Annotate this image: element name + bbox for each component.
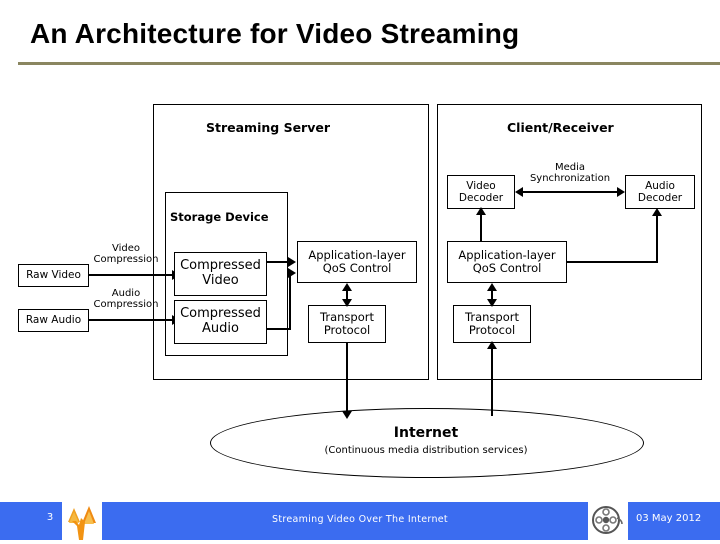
server-qos-transport-arrow-down — [342, 299, 352, 307]
page-title: An Architecture for Video Streaming — [30, 18, 520, 49]
server-qos-control-box: Application-layer QoS Control — [297, 241, 417, 283]
film-reel-icon — [588, 502, 628, 540]
media-sync-arrow-left — [515, 187, 523, 197]
media-synchronization-label: Media Synchronization — [529, 162, 611, 185]
server-to-internet-line — [346, 343, 348, 415]
raw-audio-arrow-line — [89, 319, 174, 321]
client-audio-riser-line — [656, 216, 658, 262]
storage-device-title: Storage Device — [170, 210, 269, 224]
raw-video-box: Raw Video — [18, 264, 89, 287]
client-qos-to-audio-decoder-arrow — [652, 208, 662, 216]
internet-to-client-line — [491, 348, 493, 416]
footer-date: 03 May 2012 — [636, 513, 702, 524]
client-qos-to-audio-line — [567, 261, 658, 263]
client-transport-protocol-box: Transport Protocol — [453, 305, 531, 343]
client-receiver-title: Client/Receiver — [507, 120, 614, 135]
internet-to-client-arrow — [487, 341, 497, 349]
raw-video-arrow-line — [89, 274, 174, 276]
raw-audio-box: Raw Audio — [18, 309, 89, 332]
compressed-audio-box: Compressed Audio — [174, 300, 267, 344]
streaming-server-title: Streaming Server — [206, 120, 330, 135]
server-qos-transport-arrow-up — [342, 283, 352, 291]
internet-label: Internet — [393, 425, 459, 441]
internet-sublabel: (Continuous media distribution services) — [324, 445, 528, 456]
internet-cloud — [210, 408, 644, 478]
compressed-audio-riser-line — [289, 272, 291, 330]
video-decoder-box: Video Decoder — [447, 175, 515, 209]
tree-logo-icon — [62, 502, 102, 540]
compressed-video-to-qos-arrow — [288, 257, 296, 267]
media-sync-line — [522, 191, 618, 193]
compressed-audio-to-qos-arrow — [288, 268, 296, 278]
page-number: 3 — [46, 512, 54, 523]
client-qos-to-video-decoder-line — [480, 214, 482, 242]
server-to-internet-arrow — [342, 411, 352, 419]
client-qos-to-video-decoder-arrow — [476, 207, 486, 215]
media-sync-arrow-right — [617, 187, 625, 197]
compressed-video-to-qos-line — [267, 261, 290, 263]
client-qos-transport-arrow-down — [487, 299, 497, 307]
footer-center-text: Streaming Video Over The Internet — [272, 514, 448, 525]
video-compression-label: Video Compression — [93, 243, 159, 266]
title-divider — [18, 62, 720, 65]
compressed-audio-exit-line — [267, 328, 291, 330]
compressed-video-box: Compressed Video — [174, 252, 267, 296]
server-transport-protocol-box: Transport Protocol — [308, 305, 386, 343]
client-qos-transport-arrow-up — [487, 283, 497, 291]
audio-compression-label: Audio Compression — [93, 288, 159, 311]
audio-decoder-box: Audio Decoder — [625, 175, 695, 209]
client-qos-control-box: Application-layer QoS Control — [447, 241, 567, 283]
